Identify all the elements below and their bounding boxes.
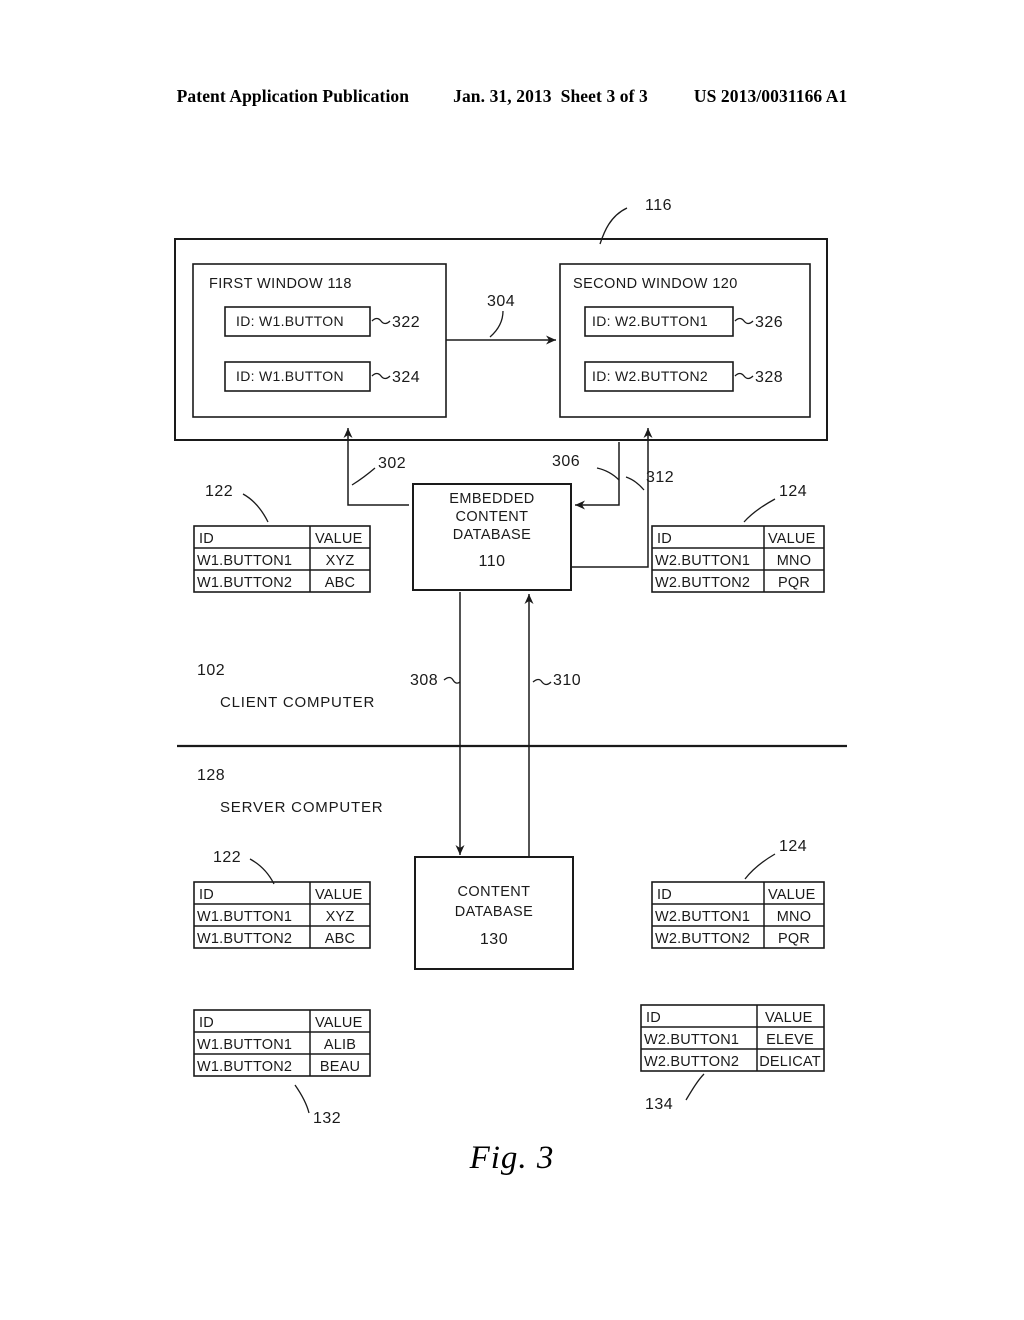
table-server-w1-header-id: ID: [199, 887, 214, 903]
table-client-w2-header-id: ID: [657, 531, 672, 547]
table-server-w2-r1c0: W2.BUTTON2: [655, 931, 750, 947]
table-client-w1-ref: 122: [205, 483, 233, 500]
first-window-button-322-label: ID: W1.BUTTON: [236, 313, 344, 329]
leader-line-122-server: [249, 858, 275, 885]
embedded-db-line3: DATABASE: [453, 527, 531, 543]
table-server-w1-alt-r0c1: ALIB: [324, 1037, 356, 1053]
embedded-db-line2: CONTENT: [456, 509, 529, 525]
table-client-w1-r1c0: W1.BUTTON2: [197, 575, 292, 591]
leader-line-326: [734, 317, 754, 325]
ref-label-328: 328: [755, 369, 783, 386]
connector-306: [575, 442, 620, 510]
table-server-w2-header-id: ID: [657, 887, 672, 903]
content-db-ref: 130: [480, 931, 508, 948]
embedded-db-line1: EMBEDDED: [449, 491, 534, 507]
first-window-title: FIRST WINDOW 118: [209, 276, 352, 292]
leader-line-124-server: [744, 853, 776, 880]
client-computer-ref: 102: [197, 662, 225, 679]
second-window-button-326-label: ID: W2.BUTTON1: [592, 313, 708, 329]
table-server-w2-alt-r0c1: ELEVE: [766, 1032, 814, 1048]
embedded-db-ref: 110: [478, 553, 505, 570]
table-client-w1-r0c1: XYZ: [326, 553, 355, 569]
table-client-w2-r0c1: MNO: [777, 553, 811, 569]
connector-312: [571, 428, 653, 568]
leader-line-322: [371, 317, 391, 325]
ref-label-306: 306: [552, 453, 580, 470]
table-server-w2-header-value: VALUE: [768, 887, 816, 903]
table-server-w2-r0c1: MNO: [777, 909, 811, 925]
content-db-line1: CONTENT: [458, 884, 531, 900]
table-client-w2-r1c1: PQR: [778, 575, 810, 591]
second-window-button-328-label: ID: W2.BUTTON2: [592, 368, 708, 384]
leader-line-124-client: [743, 498, 776, 523]
table-server-w2-alt-r1c1: DELICAT: [759, 1054, 821, 1070]
ref-label-302: 302: [378, 455, 406, 472]
table-server-w1-header-value: VALUE: [315, 887, 363, 903]
table-client-w1-header-value: VALUE: [315, 531, 363, 547]
table-server-w1-ref: 122: [213, 849, 241, 866]
ref-label-322: 322: [392, 314, 420, 331]
leader-line-306: [596, 467, 620, 481]
ref-label-310: 310: [553, 672, 581, 689]
second-window-title: SECOND WINDOW 120: [573, 276, 738, 292]
table-client-w2-header-value: VALUE: [768, 531, 816, 547]
table-server-w1-alt-r1c1: BEAU: [320, 1059, 360, 1075]
table-server-w2-alt-header-value: VALUE: [765, 1010, 813, 1026]
table-server-w1-r0c0: W1.BUTTON1: [197, 909, 292, 925]
ref-label-116: 116: [645, 197, 672, 214]
table-client-w2-r0c0: W2.BUTTON1: [655, 553, 750, 569]
table-server-w2-alt: ID VALUE W2.BUTTON1 ELEVE W2.BUTTON2 DEL…: [640, 1004, 825, 1113]
table-client-w2-r1c0: W2.BUTTON2: [655, 575, 750, 591]
table-server-w2-r0c0: W2.BUTTON1: [655, 909, 750, 925]
ref-label-304: 304: [487, 293, 515, 310]
client-computer-label: CLIENT COMPUTER: [220, 694, 375, 711]
ref-label-324: 324: [392, 369, 420, 386]
leader-line-310: [532, 678, 552, 686]
leader-line-304: [489, 310, 504, 338]
table-client-w2: 124 ID VALUE W2.BUTTON1 MNO W2.BUTTON2 P…: [651, 483, 825, 593]
table-client-w1-header-id: ID: [199, 531, 214, 547]
table-server-w2-ref: 124: [779, 838, 807, 855]
content-db-line2: DATABASE: [455, 904, 533, 920]
table-client-w1-r0c0: W1.BUTTON1: [197, 553, 292, 569]
leader-line-312: [625, 476, 645, 491]
leader-line-308: [443, 676, 461, 684]
table-server-w1-alt-r1c0: W1.BUTTON2: [197, 1059, 292, 1075]
table-server-w2: 124 ID VALUE W2.BUTTON1 MNO W2.BUTTON2 P…: [651, 838, 825, 949]
ref-label-326: 326: [755, 314, 783, 331]
server-computer-label: SERVER COMPUTER: [220, 799, 383, 816]
server-computer-ref: 128: [197, 767, 225, 784]
leader-line-324: [371, 372, 391, 380]
table-server-w1-alt: ID VALUE W1.BUTTON1 ALIB W1.BUTTON2 BEAU…: [193, 1009, 371, 1127]
leader-line-302: [351, 467, 376, 486]
table-server-w2-alt-header-id: ID: [646, 1010, 661, 1026]
leader-line-328: [734, 372, 754, 380]
table-server-w1-r1c1: ABC: [325, 931, 355, 947]
table-server-w1-alt-header-value: VALUE: [315, 1015, 363, 1031]
table-server-w1-alt-ref: 132: [313, 1110, 341, 1127]
table-server-w1-alt-header-id: ID: [199, 1015, 214, 1031]
leader-line-132: [294, 1084, 310, 1114]
table-server-w1-r0c1: XYZ: [326, 909, 355, 925]
table-client-w1: 122 ID VALUE W1.BUTTON1 XYZ W1.BUTTON2 A…: [193, 483, 371, 593]
table-server-w1-r1c0: W1.BUTTON2: [197, 931, 292, 947]
table-server-w2-r1c1: PQR: [778, 931, 810, 947]
ref-label-308: 308: [410, 672, 438, 689]
figure-3-diagram: 116 FIRST WINDOW 118 ID: W1.BUTTON 322 I…: [174, 197, 847, 1127]
figure-caption: Fig. 3: [469, 1140, 555, 1176]
table-server-w2-alt-r0c0: W2.BUTTON1: [644, 1032, 739, 1048]
table-server-w1-alt-r0c0: W1.BUTTON1: [197, 1037, 292, 1053]
table-client-w1-r1c1: ABC: [325, 575, 355, 591]
table-server-w2-alt-ref: 134: [645, 1096, 673, 1113]
table-server-w1: 122 ID VALUE W1.BUTTON1 XYZ W1.BUTTON2 A…: [193, 849, 371, 949]
ref-label-312: 312: [646, 469, 674, 486]
leader-line-134: [685, 1073, 705, 1101]
leader-line-122-client: [242, 493, 269, 523]
table-client-w2-ref: 124: [779, 483, 807, 500]
table-server-w2-alt-r1c0: W2.BUTTON2: [644, 1054, 739, 1070]
first-window-button-324-label: ID: W1.BUTTON: [236, 368, 344, 384]
